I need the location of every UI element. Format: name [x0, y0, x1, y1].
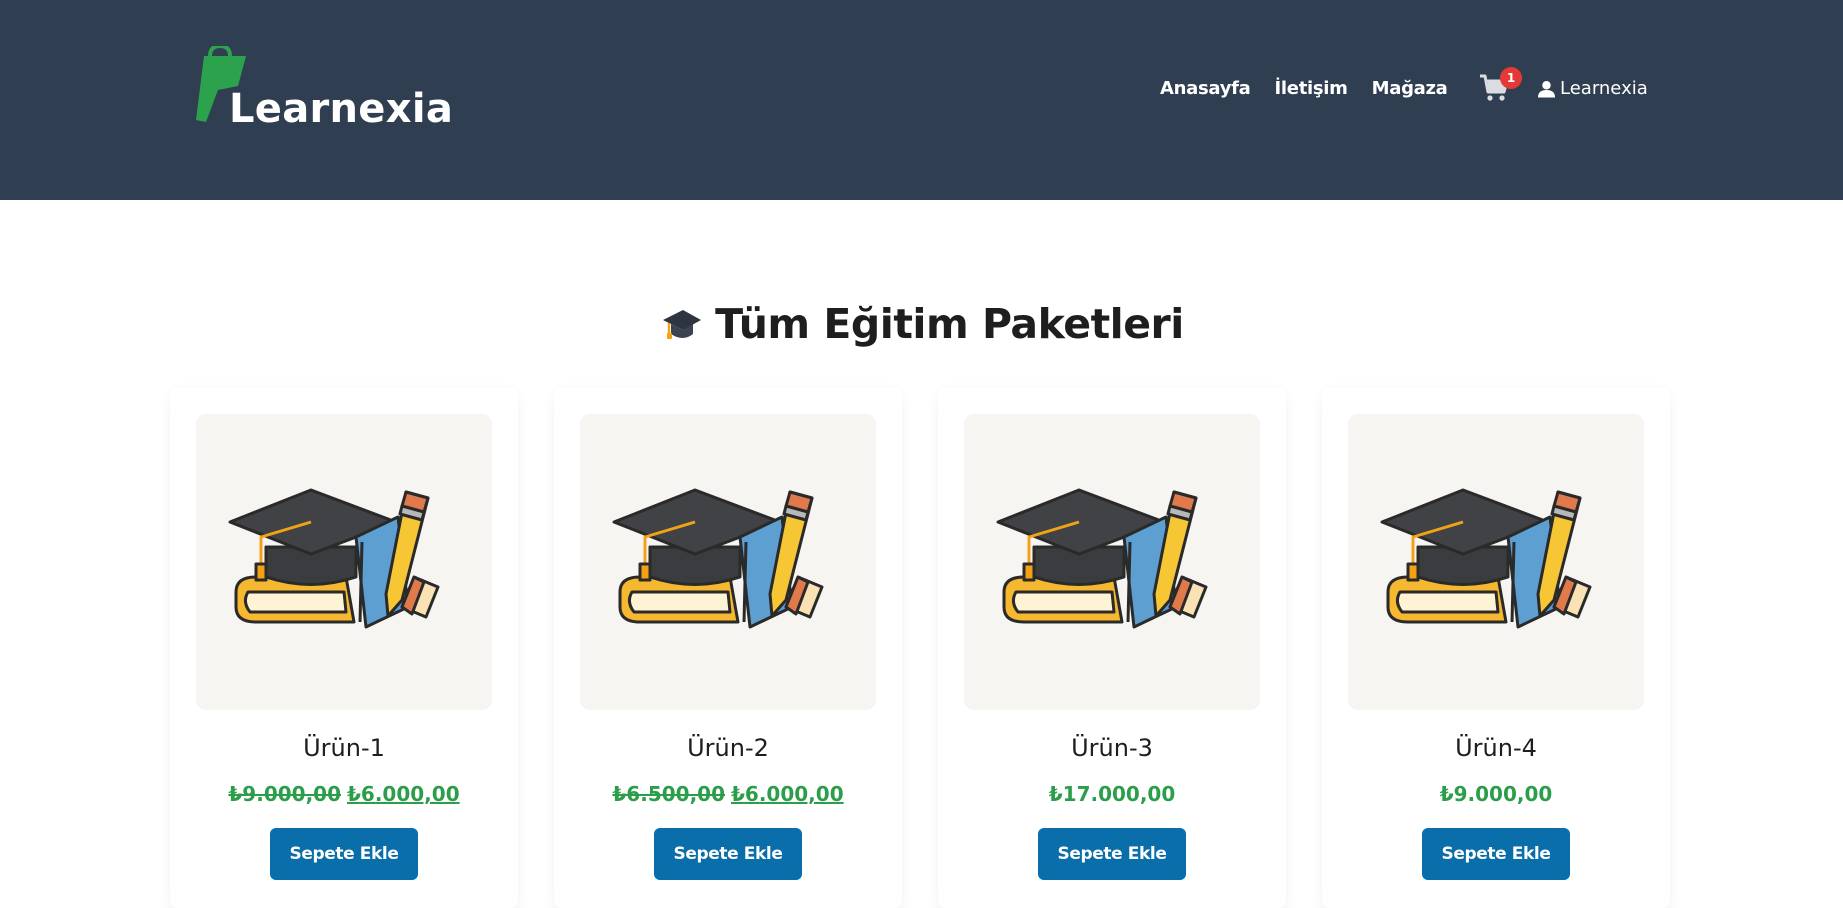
product-image[interactable] — [1348, 414, 1644, 710]
product-name[interactable]: Ürün-2 — [554, 734, 902, 762]
product-card: Ürün-4 ₺9.000,00 Sepete Ekle — [1322, 388, 1670, 908]
price: ₺9.000,00 — [1439, 782, 1553, 806]
education-illustration-icon — [612, 488, 824, 629]
product-image[interactable] — [580, 414, 876, 710]
page-title: Tüm Eğitim Paketleri — [0, 300, 1843, 348]
site-logo[interactable]: Learnexia — [196, 46, 453, 134]
product-name[interactable]: Ürün-3 — [938, 734, 1286, 762]
logo-text: Learnexia — [229, 86, 454, 132]
education-illustration-icon — [1380, 488, 1592, 629]
education-illustration-icon — [228, 488, 440, 629]
main-nav: Anasayfa İletişim Mağaza — [1160, 78, 1472, 99]
cart-button[interactable]: 1 — [1478, 67, 1522, 106]
graduation-cap-icon — [663, 310, 702, 339]
old-price: ₺6.500,00 — [612, 782, 725, 806]
product-image[interactable] — [196, 414, 492, 710]
product-card: Ürün-1 ₺9.000,00 ₺6.000,00 Sepete Ekle — [170, 388, 518, 908]
product-name[interactable]: Ürün-1 — [170, 734, 518, 762]
user-name: Learnexia — [1560, 78, 1648, 99]
sale-price: ₺6.000,00 — [347, 782, 460, 806]
add-to-cart-button[interactable]: Sepete Ekle — [1422, 828, 1570, 880]
nav-shop[interactable]: Mağaza — [1372, 78, 1448, 99]
product-image[interactable] — [964, 414, 1260, 710]
nav-home[interactable]: Anasayfa — [1160, 78, 1251, 99]
product-price: ₺6.500,00 ₺6.000,00 — [554, 782, 902, 806]
product-price: ₺9.000,00 — [1322, 782, 1670, 806]
add-to-cart-button[interactable]: Sepete Ekle — [270, 828, 418, 880]
user-icon — [1538, 80, 1555, 97]
cart-count-badge: 1 — [1500, 67, 1522, 89]
product-card: Ürün-2 ₺6.500,00 ₺6.000,00 Sepete Ekle — [554, 388, 902, 908]
education-illustration-icon — [996, 488, 1208, 629]
sale-price: ₺6.000,00 — [731, 782, 844, 806]
old-price: ₺9.000,00 — [228, 782, 341, 806]
section-heading: Tüm Eğitim Paketleri — [715, 300, 1184, 348]
product-name[interactable]: Ürün-4 — [1322, 734, 1670, 762]
product-grid: Ürün-1 ₺9.000,00 ₺6.000,00 Sepete Ekle Ü… — [170, 388, 1670, 908]
product-price: ₺9.000,00 ₺6.000,00 — [170, 782, 518, 806]
add-to-cart-button[interactable]: Sepete Ekle — [654, 828, 802, 880]
product-price: ₺17.000,00 — [938, 782, 1286, 806]
site-header: Learnexia Anasayfa İletişim Mağaza 1 Lea… — [0, 0, 1843, 200]
price: ₺17.000,00 — [1048, 782, 1176, 806]
user-menu[interactable]: Learnexia — [1538, 78, 1648, 99]
nav-contact[interactable]: İletişim — [1275, 78, 1348, 99]
product-card: Ürün-3 ₺17.000,00 Sepete Ekle — [938, 388, 1286, 908]
add-to-cart-button[interactable]: Sepete Ekle — [1038, 828, 1186, 880]
